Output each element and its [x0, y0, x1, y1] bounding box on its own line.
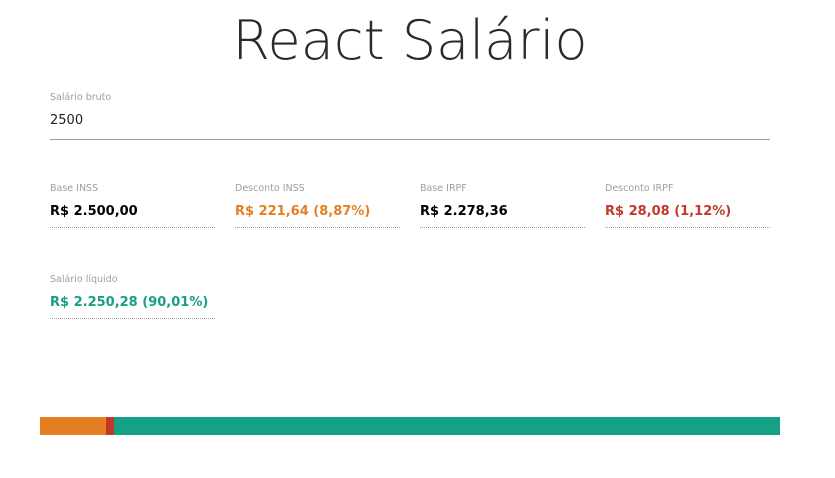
base-irpf-field: Base IRPF R$ 2.278,36: [420, 183, 585, 228]
salario-liquido-field: Salário líquido R$ 2.250,28 (90,01%): [50, 274, 215, 319]
desconto-inss-value: R$ 221,64 (8,87%): [235, 204, 400, 228]
base-inss-value: R$ 2.500,00: [50, 204, 215, 228]
salary-proportion-bar: [40, 417, 780, 435]
desconto-irpf-value: R$ 28,08 (1,12%): [605, 204, 770, 228]
desconto-irpf-field: Desconto IRPF R$ 28,08 (1,12%): [605, 183, 770, 228]
base-irpf-label: Base IRPF: [420, 183, 467, 194]
salario-bruto-label: Salário bruto: [50, 92, 112, 103]
salario-bruto-input[interactable]: 2500: [50, 111, 770, 140]
bar-segment-desconto-inss: [40, 417, 106, 435]
bar-segment-salario-liquido: [113, 417, 780, 435]
bar-segment-desconto-irpf: [105, 417, 114, 435]
salario-liquido-label: Salário líquido: [50, 274, 118, 285]
salario-liquido-value: R$ 2.250,28 (90,01%): [50, 295, 215, 319]
desconto-inss-field: Desconto INSS R$ 221,64 (8,87%): [235, 183, 400, 228]
base-inss-field: Base INSS R$ 2.500,00: [50, 183, 215, 228]
desconto-inss-label: Desconto INSS: [235, 183, 305, 194]
salario-bruto-field[interactable]: Salário bruto 2500: [50, 92, 770, 140]
base-inss-label: Base INSS: [50, 183, 99, 194]
page-title: React Salário: [232, 9, 588, 72]
desconto-irpf-label: Desconto IRPF: [605, 183, 674, 194]
base-irpf-value: R$ 2.278,36: [420, 204, 585, 228]
